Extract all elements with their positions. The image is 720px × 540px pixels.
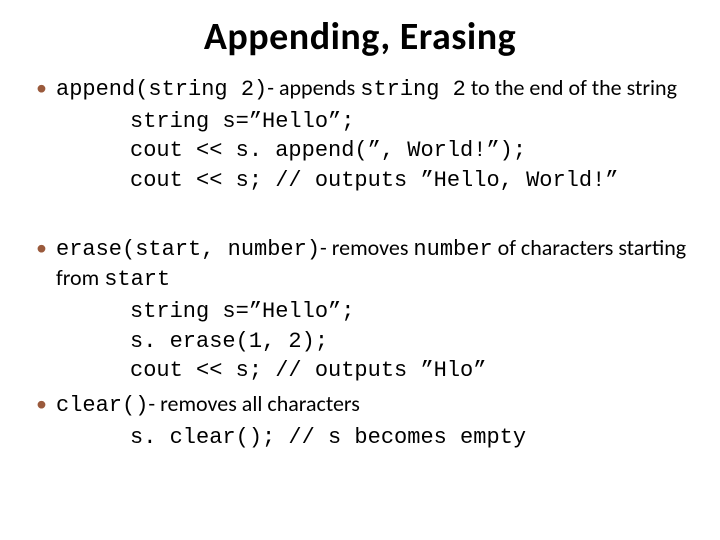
bullet-list-2: erase(start, number)- removes number of … bbox=[30, 234, 690, 453]
code-clear: s. clear(); // s becomes empty bbox=[56, 423, 690, 453]
text: - appends bbox=[267, 74, 360, 101]
func-erase: erase(start, number) bbox=[56, 237, 320, 262]
arg-string2: string 2 bbox=[360, 77, 466, 102]
slide: Appending, Erasing append(string 2)- app… bbox=[0, 0, 720, 540]
func-append: append(string 2) bbox=[56, 77, 267, 102]
arg-number: number bbox=[413, 237, 492, 262]
text: to the end of the string bbox=[466, 74, 677, 101]
spacer bbox=[30, 200, 690, 234]
code-erase: string s=”Hello”; s. erase(1, 2); cout <… bbox=[56, 297, 690, 386]
bullet-erase: erase(start, number)- removes number of … bbox=[30, 234, 690, 386]
text: - removes all characters bbox=[148, 390, 359, 417]
bullet-append: append(string 2)- appends string 2 to th… bbox=[30, 74, 690, 196]
page-title: Appending, Erasing bbox=[30, 14, 690, 60]
bullet-clear: clear()- removes all characters s. clear… bbox=[30, 390, 690, 452]
bullet-list: append(string 2)- appends string 2 to th… bbox=[30, 74, 690, 196]
func-clear: clear() bbox=[56, 393, 148, 418]
arg-start: start bbox=[104, 267, 170, 292]
text: - removes bbox=[320, 234, 413, 261]
code-append: string s=”Hello”; cout << s. append(”, W… bbox=[56, 107, 690, 196]
